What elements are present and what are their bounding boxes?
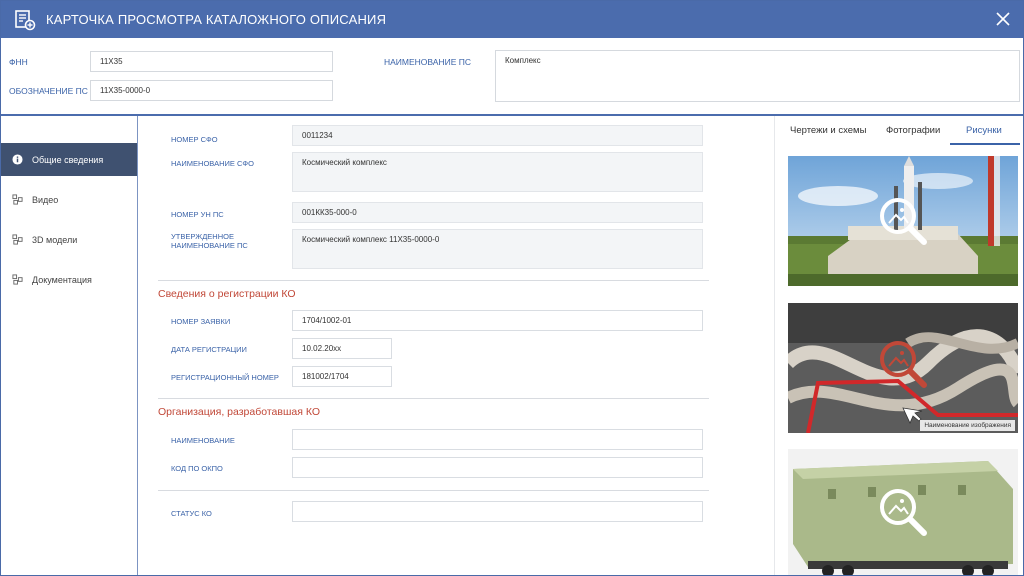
catalog-card-icon: [15, 9, 36, 30]
zayavka-field[interactable]: 1704/1002-01: [292, 310, 703, 331]
zoom-image-icon: [880, 198, 927, 245]
divider: [158, 490, 709, 491]
tab-drawings[interactable]: Чертежи и схемы: [790, 125, 866, 136]
sidebar-item-label: Общие сведения: [32, 154, 104, 165]
approved-name-field[interactable]: Космический комплекс 11Х35-0000-0: [292, 229, 703, 269]
status-field[interactable]: [292, 501, 703, 522]
image-caption: Наименование изображения: [920, 420, 1015, 431]
name-sfo-label: НАИМЕНОВАНИЕ СФО: [171, 159, 254, 168]
catalog-card-window: КАРТОЧКА ПРОСМОТРА КАТАЛОЖНОГО ОПИСАНИЯ …: [0, 0, 1024, 576]
zoom-image-icon: [880, 341, 927, 388]
sidebar-item-3d-models[interactable]: 3D модели: [1, 223, 137, 256]
approved-name-label-1: УТВЕРЖДЕННОЕ: [171, 232, 234, 241]
divider: [158, 280, 709, 281]
name-ps-field[interactable]: Комплекс: [495, 50, 1020, 102]
sidebar: Общие сведения Видео 3D модели Документа…: [1, 116, 138, 575]
image-thumbnail[interactable]: [788, 449, 1018, 575]
image-thumbnail[interactable]: [788, 156, 1018, 286]
info-icon: [11, 154, 23, 166]
org-name-field[interactable]: [292, 429, 703, 450]
registration-section-title: Сведения о регистрации КО: [158, 288, 296, 300]
zoom-image-icon: [880, 489, 927, 536]
nomer-sfo-field[interactable]: 0011234: [292, 125, 703, 146]
title-bar: КАРТОЧКА ПРОСМОТРА КАТАЛОЖНОГО ОПИСАНИЯ: [1, 1, 1023, 38]
sidebar-item-label: Документация: [32, 274, 92, 285]
main-content: НОМЕР СФО 0011234 НАИМЕНОВАНИЕ СФО Косми…: [138, 116, 774, 575]
okpo-label: КОД ПО ОКПО: [171, 464, 223, 473]
close-icon[interactable]: [993, 9, 1013, 29]
org-name-label: НАИМЕНОВАНИЕ: [171, 436, 235, 445]
organization-section-title: Организация, разработавшая КО: [158, 406, 320, 418]
status-label: СТАТУС КО: [171, 509, 212, 518]
okpo-field[interactable]: [292, 457, 703, 478]
media-tabs: Чертежи и схемы Фотографии Рисунки: [775, 116, 1023, 146]
regnum-field[interactable]: 181002/1704: [292, 366, 392, 387]
nomer-un-field[interactable]: 001КК35-000-0: [292, 202, 703, 223]
sidebar-item-documentation[interactable]: Документация: [1, 263, 137, 296]
nodes-icon: [11, 274, 23, 286]
date-field[interactable]: 10.02.20хх: [292, 338, 392, 359]
nodes-icon: [11, 234, 23, 246]
nomer-un-label: НОМЕР УН ПС: [171, 210, 224, 219]
image-thumbnail[interactable]: Наименование изображения: [788, 303, 1018, 433]
window-title: КАРТОЧКА ПРОСМОТРА КАТАЛОЖНОГО ОПИСАНИЯ: [46, 12, 387, 27]
sidebar-item-label: Видео: [32, 194, 59, 205]
active-tab-indicator: [950, 143, 1020, 145]
nomer-sfo-label: НОМЕР СФО: [171, 135, 218, 144]
regnum-label: РЕГИСТРАЦИОННЫЙ НОМЕР: [171, 373, 279, 382]
tab-photos[interactable]: Фотографии: [886, 125, 940, 136]
zayavka-label: НОМЕР ЗАЯВКИ: [171, 317, 231, 326]
fnn-label: ФНН: [9, 57, 28, 67]
sidebar-item-label: 3D модели: [32, 234, 78, 245]
nodes-icon: [11, 194, 23, 206]
oboz-field[interactable]: 11Х35-0000-0: [90, 80, 333, 101]
header-fields: ФНН 11Х35 ОБОЗНАЧЕНИЕ ПС 11Х35-0000-0 НА…: [1, 38, 1023, 116]
oboz-label: ОБОЗНАЧЕНИЕ ПС: [9, 86, 88, 96]
sidebar-item-video[interactable]: Видео: [1, 183, 137, 216]
approved-name-label-2: НАИМЕНОВАНИЕ ПС: [171, 241, 248, 250]
name-ps-label: НАИМЕНОВАНИЕ ПС: [384, 57, 472, 67]
date-label: ДАТА РЕГИСТРАЦИИ: [171, 345, 247, 354]
divider: [158, 398, 709, 399]
name-sfo-field[interactable]: Космический комплекс: [292, 152, 703, 192]
tab-pictures[interactable]: Рисунки: [966, 125, 1002, 136]
sidebar-item-general[interactable]: Общие сведения: [1, 143, 137, 176]
fnn-field[interactable]: 11Х35: [90, 51, 333, 72]
media-panel: Чертежи и схемы Фотографии Рисунки Наиме…: [774, 116, 1023, 575]
